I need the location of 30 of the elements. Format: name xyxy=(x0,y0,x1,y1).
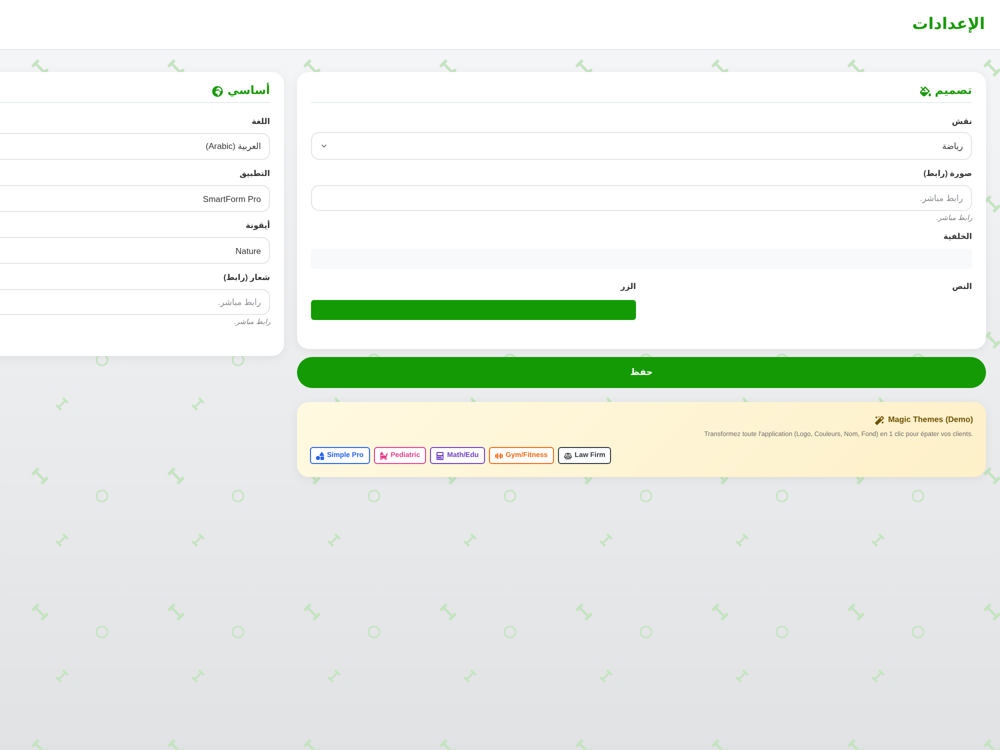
swatch-field[interactable] xyxy=(311,300,636,320)
dumbbell-icon xyxy=(494,452,503,460)
save-button[interactable]: حفظ xyxy=(297,357,986,388)
stroller-icon xyxy=(380,452,388,460)
field-label: نقش xyxy=(950,116,972,128)
url-field[interactable]: رابط مباشر. xyxy=(0,289,270,315)
field-label: الخلفية xyxy=(942,231,972,243)
field-label: اللغة xyxy=(250,116,270,128)
paint-bucket-icon xyxy=(920,86,931,96)
field-label: صورة (رابط) xyxy=(922,168,972,180)
dropdown-field[interactable]: رياضة xyxy=(311,132,972,160)
chevron-down-icon xyxy=(320,142,328,150)
themes-title: Magic Themes (Demo) xyxy=(888,414,973,426)
field-label: النص xyxy=(951,281,972,293)
field-label: الزر xyxy=(619,281,636,293)
field-label: التطبيق xyxy=(238,168,270,180)
text-field[interactable]: Nature xyxy=(0,237,270,264)
card-title: أساسي xyxy=(227,83,270,99)
globe-icon xyxy=(212,86,224,96)
field-label: شعار (رابط) xyxy=(222,272,270,284)
shapes-icon xyxy=(316,452,324,460)
field-label: أيقونة xyxy=(244,220,270,232)
page-title: الإعدادات xyxy=(912,14,985,35)
card-title: تصميم xyxy=(934,84,972,99)
text-field[interactable]: العربية (Arabic) xyxy=(0,133,270,160)
calculator-icon xyxy=(436,452,444,460)
url-field[interactable]: رابط مباشر. xyxy=(311,185,972,211)
text-field[interactable]: SmartForm Pro xyxy=(0,185,270,212)
scale-icon xyxy=(564,452,572,460)
magic-wand-icon xyxy=(875,416,884,424)
